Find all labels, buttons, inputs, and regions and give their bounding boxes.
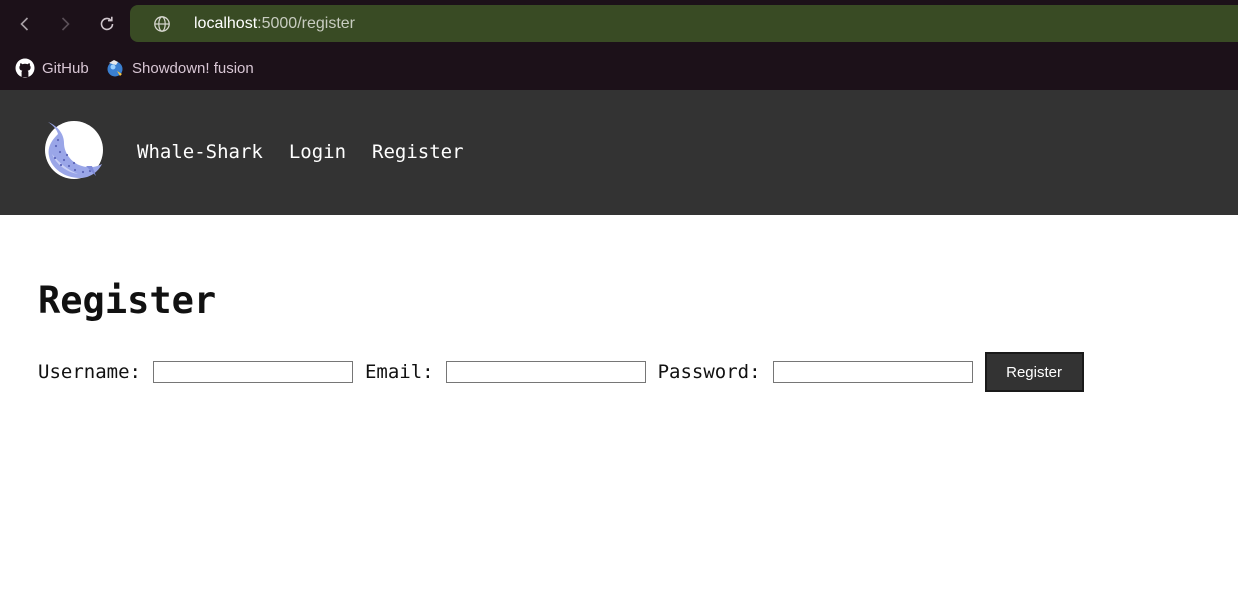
nav-link-register[interactable]: Register xyxy=(372,140,464,164)
site-nav: Whale-Shark Login Register xyxy=(137,140,464,164)
register-button[interactable]: Register xyxy=(984,352,1084,392)
whale-shark-logo[interactable] xyxy=(40,116,106,182)
site-header: Whale-Shark Login Register xyxy=(0,90,1238,215)
back-button[interactable] xyxy=(10,9,40,39)
back-arrow-icon xyxy=(20,17,29,31)
address-bar[interactable]: localhost:5000/register xyxy=(130,5,1238,42)
bookmarks-bar: GitHub Showdown! fusion xyxy=(0,48,1238,90)
forward-arrow-icon xyxy=(61,17,70,31)
github-icon xyxy=(15,58,35,78)
nav-link-home[interactable]: Whale-Shark xyxy=(137,140,263,164)
username-input[interactable] xyxy=(152,361,353,383)
password-input[interactable] xyxy=(772,361,973,383)
globe-icon xyxy=(154,16,170,32)
nav-link-login[interactable]: Login xyxy=(289,140,346,164)
bookmark-label: Showdown! fusion xyxy=(132,59,254,77)
bookmark-github[interactable]: GitHub xyxy=(15,56,89,80)
register-form: Username: Email: Password: Register xyxy=(38,352,1084,392)
showdown-icon xyxy=(105,58,125,78)
username-label: Username: xyxy=(38,361,141,383)
page-title: Register xyxy=(38,279,217,322)
email-label: Email: xyxy=(364,361,434,383)
url-path: :5000/register xyxy=(257,15,355,32)
email-input[interactable] xyxy=(445,361,646,383)
url-text: localhost:5000/register xyxy=(194,14,355,34)
password-label: Password: xyxy=(657,361,761,383)
bookmark-label: GitHub xyxy=(42,59,89,77)
url-host: localhost xyxy=(194,15,258,32)
reload-icon xyxy=(100,16,114,31)
bookmark-showdown[interactable]: Showdown! fusion xyxy=(105,56,254,80)
reload-button[interactable] xyxy=(92,9,122,39)
forward-button[interactable] xyxy=(50,9,80,39)
browser-toolbar: localhost:5000/register xyxy=(0,0,1238,48)
